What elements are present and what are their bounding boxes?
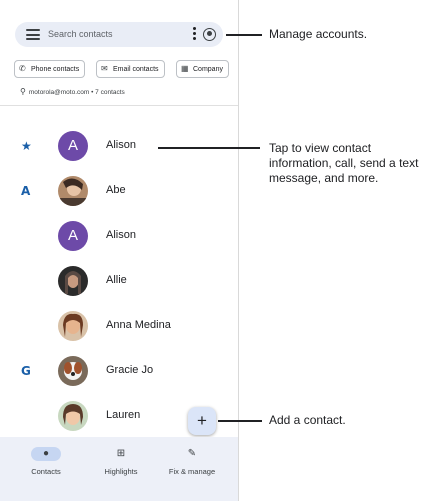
chip-label: Email contacts [113,66,159,73]
chip-label: Company [193,66,223,73]
avatar: A [58,221,88,251]
nav-label: Contacts [31,467,61,476]
person-icon: ● [31,447,61,461]
callout-line [158,147,260,149]
callout-tap-contact: Tap to view contact information, call, s… [269,141,419,185]
nav-label: Highlights [104,467,138,476]
nav-fix-manage[interactable]: ✎ Fix & manage [157,447,227,476]
account-info: ⚲ motorola@moto.com • 7 contacts [20,87,125,96]
search-input[interactable]: Search contacts [48,29,113,39]
chip-label: Phone contacts [31,66,80,73]
nav-label: Fix & manage [168,467,216,476]
contact-name: Abe [106,184,126,196]
avatar: A [58,131,88,161]
search-bar[interactable]: Search contacts [15,22,223,47]
divider [0,105,238,106]
account-icon[interactable] [203,28,216,41]
section-letter: G [21,364,31,378]
favorites-star-icon: ★ [21,139,32,153]
contact-row[interactable]: A Alison [0,215,238,260]
highlights-icon: ⊞ [116,448,126,459]
avatar [58,311,88,341]
menu-icon[interactable] [26,29,40,40]
more-options-icon[interactable] [191,27,197,42]
account-label: motorola@moto.com • 7 contacts [28,89,125,96]
bottom-navigation: ● Contacts ⊞ Highlights ✎ Fix & manage [0,437,238,501]
callout-add-contact: Add a contact. [269,413,346,427]
nav-highlights[interactable]: ⊞ Highlights [86,447,156,476]
filter-chip-phone-contacts[interactable]: ✆ Phone contacts [14,60,86,78]
contact-name: Alison [106,139,136,151]
filter-chip-email-contacts[interactable]: ✉ Email contacts [96,60,165,78]
wrench-icon: ✎ [187,448,197,459]
filter-chip-company[interactable]: ▦ Company [176,60,229,78]
avatar [58,401,88,431]
section-letter: A [21,184,31,198]
contacts-app: Search contacts ✆ Phone contacts ✉ Email c… [0,0,239,501]
phone-icon: ✆ [19,64,26,73]
contact-name: Lauren [106,409,141,421]
avatar [58,266,88,296]
callout-manage-accounts: Manage accounts. [269,27,368,41]
contact-row[interactable]: Allie [0,260,238,305]
avatar [58,176,88,206]
contact-row[interactable]: G Gracie Jo [0,350,238,395]
nav-contacts[interactable]: ● Contacts [11,447,81,476]
person-outline-icon: ⚲ [20,87,26,96]
contact-row[interactable]: Anna Medina [0,305,238,350]
contact-name: Gracie Jo [106,364,154,376]
contact-name: Allie [106,274,127,286]
callout-line [226,34,262,36]
add-contact-button[interactable]: + [188,407,216,435]
company-icon: ▦ [181,64,189,73]
contact-row[interactable]: A Abe [0,170,238,215]
contact-name: Alison [106,229,136,241]
callout-line [218,420,262,422]
email-icon: ✉ [101,64,108,73]
contact-name: Anna Medina [106,319,171,331]
avatar [58,356,88,386]
